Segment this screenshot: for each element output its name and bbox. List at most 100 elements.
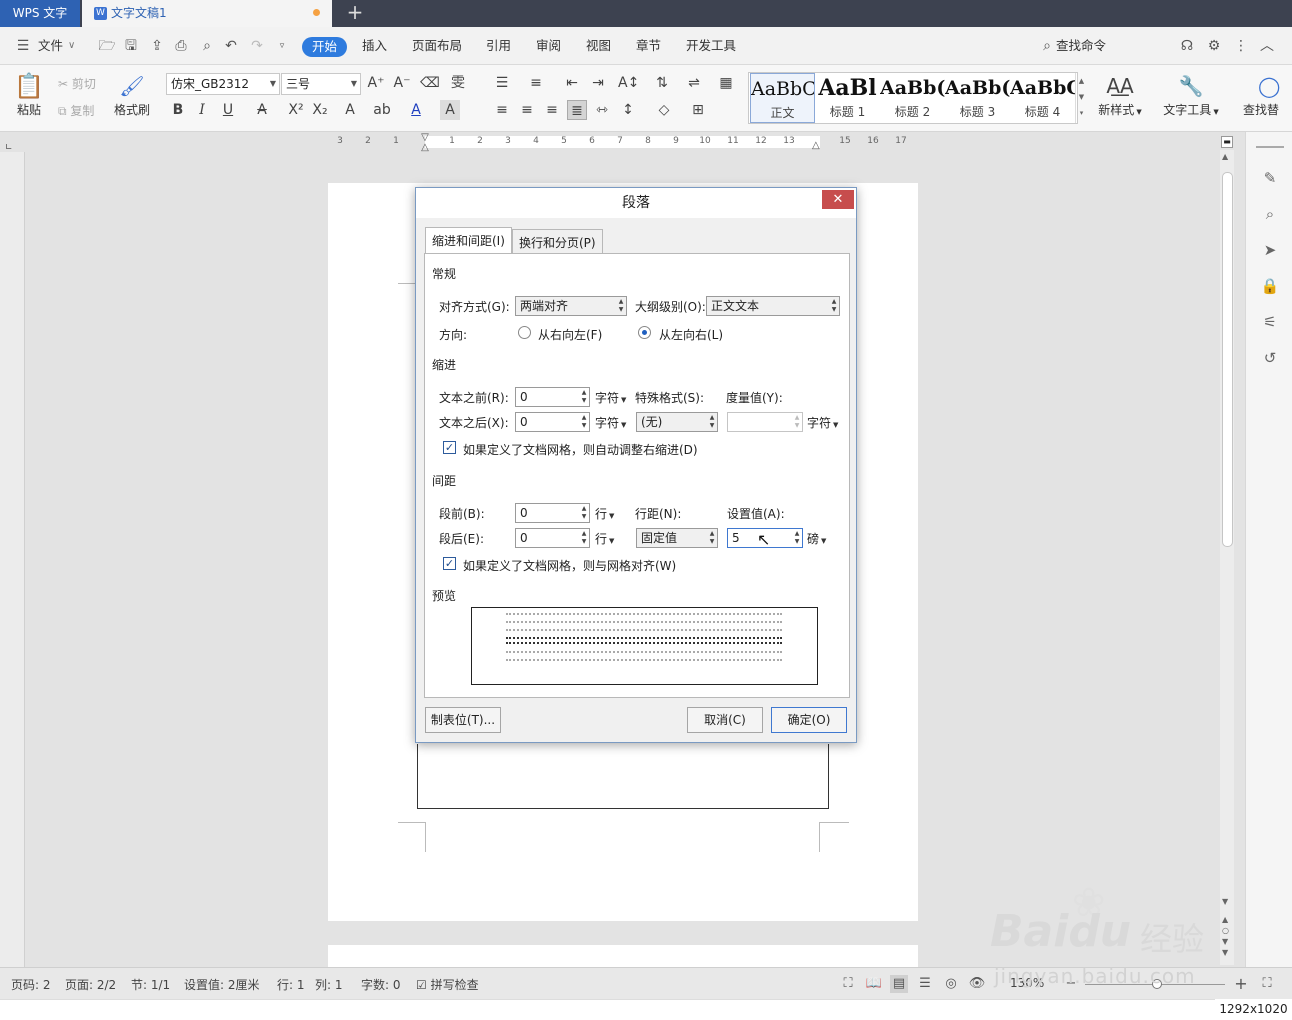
line-spacing-select[interactable]: 固定值 ▲ ▼ [636,528,718,548]
collapse-ribbon-icon[interactable]: ︿ [1258,37,1276,55]
menu-tab-developer[interactable]: 开发工具 [686,27,736,65]
line-spacing-icon[interactable]: ↕ [618,100,638,120]
font-size-select[interactable]: 三号 ▼ [281,73,361,95]
command-search[interactable]: 查找命令 [1056,27,1106,65]
cut-button[interactable]: ✂ 剪切 [58,75,96,92]
more-icon[interactable]: ⋮ [1232,37,1250,55]
decrease-indent-icon[interactable]: ⇤ [562,73,582,93]
bold-icon[interactable]: B [168,100,188,120]
char-shading-icon[interactable]: A [440,100,460,120]
ok-button[interactable]: 确定(O) [771,707,847,733]
tab-indent-spacing[interactable]: 缩进和间距(I) [425,227,512,255]
print-preview-icon[interactable]: ⌕ [198,37,216,55]
hamburger-icon[interactable]: ☰ [14,37,32,55]
document-tab[interactable]: W 文字文稿1 [82,0,332,27]
bullet-list-icon[interactable]: ☰ [492,73,512,93]
text-frame[interactable] [417,744,829,809]
align-left-icon[interactable]: ≡ [492,100,512,120]
spin-icon[interactable]: ▲ ▼ [580,505,588,521]
read-mode-icon[interactable]: 📖 [865,975,883,993]
shading-icon[interactable]: ◇ [654,100,674,120]
borders-icon[interactable]: ⊞ [688,100,708,120]
subscript-icon[interactable]: X₂ [310,100,330,120]
spin-icon[interactable]: ▲ ▼ [580,389,588,405]
new-tab-button[interactable]: + [343,0,367,27]
style-heading-3[interactable]: AaBb( 标题 3 [945,73,1010,123]
web-view-icon[interactable]: ◎ [942,975,960,993]
find-replace-button[interactable]: ◯ 查找替 [1240,71,1290,118]
scroll-up-icon[interactable]: ▲ [1222,152,1228,161]
vertical-ruler[interactable] [0,152,25,967]
undo-icon[interactable]: ↶ [222,37,240,55]
sliders-icon[interactable]: ⚟ [1260,312,1280,332]
tab-line-page-breaks[interactable]: 换行和分页(P) [512,229,603,255]
copy-button[interactable]: ⧉ 复制 [58,102,94,119]
space-after-input[interactable]: 0 ▲ ▼ [515,528,590,548]
redo-icon[interactable]: ↷ [248,37,266,55]
menu-tab-page-layout[interactable]: 页面布局 [412,27,462,65]
panel-grip[interactable] [1256,146,1284,148]
zoom-in-icon[interactable]: + [1232,975,1250,993]
underline-icon[interactable]: U [218,100,238,120]
file-menu[interactable]: 文件 [38,27,63,65]
ruler-toggle-icon[interactable]: ▬ [1221,136,1233,148]
font-name-select[interactable]: 仿宋_GB2312 ▼ [166,73,280,95]
cursor-icon[interactable]: ➤ [1260,240,1280,260]
style-heading-4[interactable]: AaBbC 标题 4 [1010,73,1075,123]
spell-check-button[interactable]: ☑ 拼写检查 [416,976,479,993]
indent-after-input[interactable]: 0 ▲ ▼ [515,412,590,432]
grow-font-icon[interactable]: A⁺ [366,73,386,93]
status-setting[interactable]: 设置值: 2厘米 [184,976,260,993]
auto-adjust-checkbox[interactable]: ✓ [443,441,456,454]
sort-icon[interactable]: ⇅ [652,73,672,93]
spin-icon[interactable]: ▲ ▼ [793,414,801,430]
rtl-radio[interactable] [518,326,531,339]
special-format-select[interactable]: (无) ▲ ▼ [636,412,718,432]
paste-button[interactable]: 📋 粘贴 [12,71,46,127]
format-painter-button[interactable]: 🖌 格式刷 [112,71,152,127]
ltr-radio[interactable] [638,326,651,339]
spin-icon[interactable]: ▲ ▼ [580,530,588,546]
page-2[interactable] [328,945,918,967]
show-marks-icon[interactable]: ▦ [716,73,736,93]
clear-format-icon[interactable]: ⌫ [420,73,440,93]
align-justify-icon[interactable]: ≣ [567,100,587,120]
menu-tab-review[interactable]: 审阅 [536,27,561,65]
lock-icon[interactable]: 🔒 [1260,276,1280,296]
search-doc-icon[interactable]: ⌕ [1260,204,1280,224]
line-spacing-options-icon[interactable]: ⇌ [684,73,704,93]
grid-snap-checkbox[interactable]: ✓ [443,557,456,570]
menu-tab-insert[interactable]: 插入 [362,27,387,65]
indent-after-unit[interactable]: 字符 ▼ [595,414,626,431]
spin-icon[interactable]: ▲ ▼ [580,414,588,430]
chevron-down-icon[interactable]: ∨ [68,27,75,65]
status-col[interactable]: 列: 1 [315,976,343,993]
styles-scroll[interactable]: ▲ ▼ ▾ [1075,73,1087,123]
status-page[interactable]: 页码: 2 [11,976,51,993]
space-before-unit[interactable]: 行 ▼ [595,505,614,522]
menu-tab-home[interactable]: 开始 [302,37,348,57]
strikethrough-icon[interactable]: A [252,100,272,120]
fit-window-icon[interactable]: ⛶ [1258,975,1276,993]
cancel-button[interactable]: 取消(C) [687,707,763,733]
highlight-icon[interactable]: ab [372,100,392,120]
open-folder-icon[interactable]: 🗁 [98,37,116,55]
fullscreen-icon[interactable]: ⛶ [839,975,857,993]
space-after-unit[interactable]: 行 ▼ [595,530,614,547]
new-style-button[interactable]: A͟A 新样式 ▼ [1094,71,1146,118]
save-icon[interactable]: 🖫 [122,37,140,55]
distributed-icon[interactable]: ⇿ [592,100,612,120]
app-tab-wps[interactable]: WPS 文字 [0,0,80,27]
increase-indent-icon[interactable]: ⇥ [588,73,608,93]
indent-before-input[interactable]: 0 ▲ ▼ [515,387,590,407]
align-right-icon[interactable]: ≡ [542,100,562,120]
space-before-input[interactable]: 0 ▲ ▼ [515,503,590,523]
italic-icon[interactable]: I [192,100,212,120]
pen-icon[interactable]: ✎ [1260,168,1280,188]
export-icon[interactable]: ⇪ [148,37,166,55]
measure-input[interactable]: ▲ ▼ [727,412,803,432]
page-view-icon[interactable]: ▤ [890,975,908,993]
tab-stops-button[interactable]: 制表位(T)... [425,707,501,733]
support-icon[interactable]: ☊ [1178,37,1196,55]
alignment-select[interactable]: 两端对齐 ▲ ▼ [515,296,627,316]
